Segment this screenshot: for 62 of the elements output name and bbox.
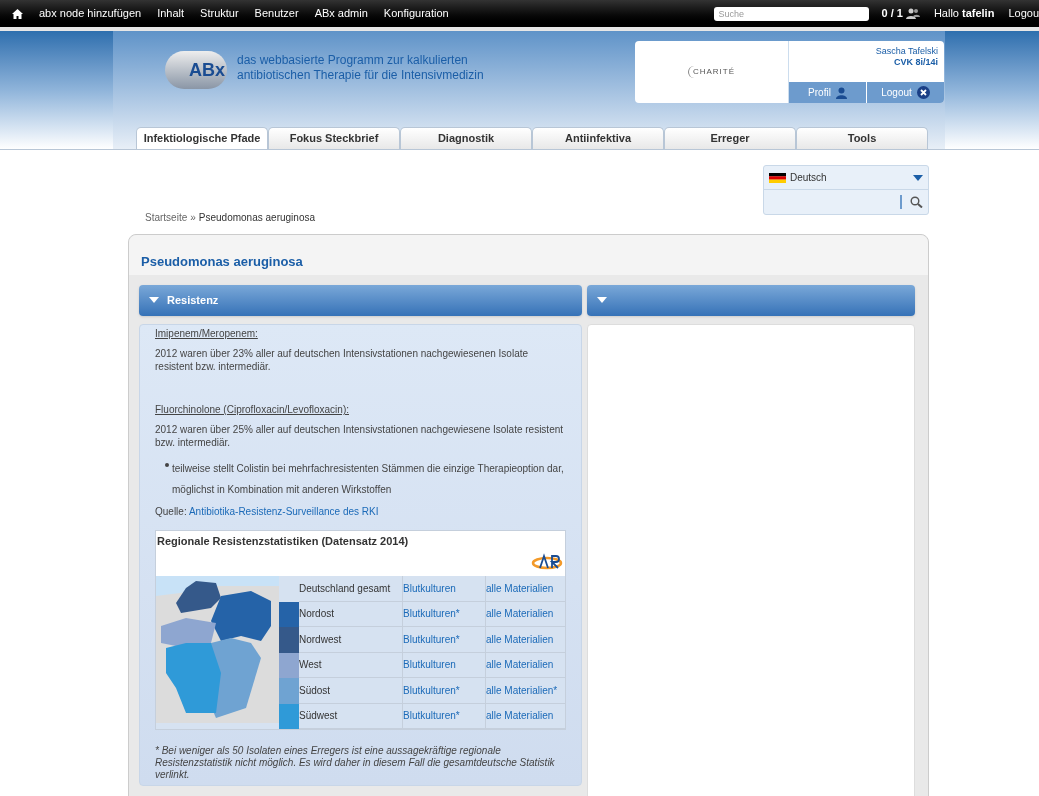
all-materials-link[interactable]: alle Materialien: [486, 601, 565, 627]
bullet-text: teilweise stellt Colistin bei mehrfachresistenten Stämmen die einzige Therapieoption dar, möglichst in Kombination mit anderen Wirkstoffen: [172, 462, 565, 497]
all-materials-link[interactable]: alle Materialien: [486, 627, 565, 653]
partner-logo: CHARITÉ: [687, 66, 736, 78]
all-materials-link[interactable]: alle Materialien*: [486, 678, 565, 704]
search-field[interactable]: Suche: [714, 6, 870, 21]
admin-menu-link[interactable]: abx node hinzufügen: [39, 5, 142, 22]
stats-title: Regionale Resistenzstatistiken (Datensatz 2014): [157, 534, 410, 548]
blood-culture-link[interactable]: Blutkulturen*: [403, 627, 486, 653]
admin-bar-link[interactable]: Logou: [1008, 5, 1039, 22]
nav-tab[interactable]: Fokus Steckbrief: [268, 127, 400, 149]
nav-tab[interactable]: Tools: [796, 127, 928, 149]
users-icon: [905, 8, 920, 19]
nav-tab[interactable]: Antiinfektiva: [532, 127, 664, 149]
region-cell: Nordost: [299, 601, 403, 627]
region-cell: West: [299, 652, 403, 678]
source-link[interactable]: Antibiotika-Resistenz-Surveillance des RKI: [188, 506, 379, 517]
admin-menu-link[interactable]: Benutzer: [254, 5, 299, 22]
blood-culture-link[interactable]: Blutkulturen*: [403, 678, 486, 704]
source-label: Quelle:: [155, 506, 188, 517]
accordion-header[interactable]: Resistenz: [139, 285, 582, 316]
person-icon: [835, 86, 847, 99]
breadcrumb-separator: »: [190, 212, 196, 223]
greeting: Hallo tafelin: [933, 6, 995, 22]
close-icon: [916, 86, 930, 99]
region-cell: Südost: [299, 678, 403, 704]
logout-button[interactable]: Logout: [867, 82, 944, 103]
user-name: Sascha Tafelski: [875, 46, 938, 57]
blood-culture-link[interactable]: Blutkulturen: [403, 652, 486, 678]
breadcrumb-current: Pseudomonas aeruginosa: [198, 212, 315, 223]
home-icon[interactable]: [12, 8, 23, 19]
region-cell: Südwest: [299, 703, 403, 729]
section-text: 2012 waren über 25% aller auf deutschen Intensivstationen nachgewiesene Isolate resistent bzw. intermediär.: [155, 423, 565, 449]
nav-tab[interactable]: Erreger: [664, 127, 796, 149]
all-materials-link[interactable]: alle Materialien: [486, 703, 565, 729]
user-counter: 0 / 1: [881, 6, 903, 22]
profile-button[interactable]: Profil: [789, 82, 867, 103]
tagline: das webbasierte Programm zur kalkulierten antibiotischen Therapie für die Intensivmedizin: [237, 53, 485, 84]
admin-menu-link[interactable]: ABx admin: [314, 5, 368, 22]
region-cell: Nordwest: [299, 627, 403, 653]
blood-culture-link[interactable]: Blutkulturen*: [403, 601, 486, 627]
all-materials-link[interactable]: alle Materialien: [486, 576, 565, 602]
flag-icon: [769, 172, 786, 183]
nav-tab[interactable]: Infektiologische Pfade: [136, 127, 268, 149]
section-text: 2012 waren über 23% aller auf deutschen Intensivstationen nachgewiesenen Isolate resistent bzw. intermediär.: [155, 347, 530, 373]
footnote: * Bei weniger als 50 Isolaten eines Erregers ist eine aussagekräftige regionale Resistenzstatistik nicht möglich. Es wird daher in diesem Fall die gesamtdeutsche Statistik verlinkt.: [155, 745, 556, 781]
blood-culture-link[interactable]: Blutkulturen: [403, 576, 486, 602]
unit-label: CVK 8i/14i: [893, 57, 938, 68]
nav-tab[interactable]: Diagnostik: [400, 127, 532, 149]
region-cell: Deutschland gesamt: [299, 576, 403, 602]
bullet-icon: [165, 463, 169, 467]
section-heading: Imipenem/Meropenem:: [155, 327, 259, 340]
page-title: Pseudomonas aeruginosa: [141, 253, 303, 272]
section-heading: Fluorchinolone (Ciprofloxacin/Levofloxacin):: [155, 403, 350, 416]
all-materials-link[interactable]: alle Materialien: [486, 652, 565, 678]
admin-menu-link[interactable]: Struktur: [200, 5, 239, 22]
admin-menu-link[interactable]: Inhalt: [157, 5, 185, 22]
search-icon[interactable]: [910, 196, 923, 208]
admin-menu-link[interactable]: Konfiguration: [383, 5, 449, 22]
breadcrumb-link[interactable]: Startseite: [145, 212, 188, 223]
dropdown-caret-icon: [913, 174, 923, 181]
blood-culture-link[interactable]: Blutkulturen*: [403, 703, 486, 729]
